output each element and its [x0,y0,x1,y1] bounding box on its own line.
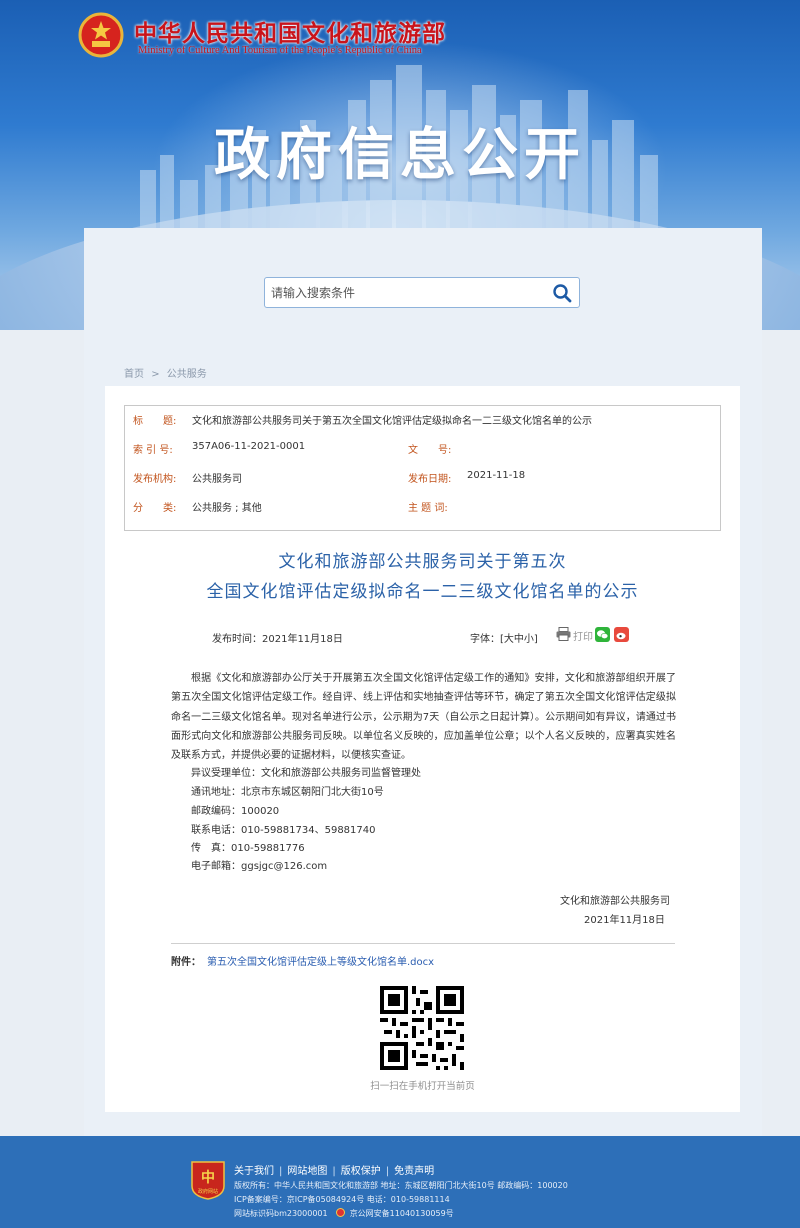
meta-title-value: 文化和旅游部公共服务司关于第五次全国文化馆评估定级拟命名一二三级文化馆名单的公示 [192,416,592,427]
font-size-switcher[interactable]: 字体：[大中小] [470,630,538,645]
badge-label: 政府网站 [198,1188,218,1195]
contact-line-fax: 传 真：010-59881776 [191,843,305,854]
signature-date: 2021年11月18日 [584,915,665,926]
footer-link-sitemap[interactable]: 网站地图 [287,1166,327,1177]
meta-row-publisher: 发布机构: 公共服务司 发布日期: 2021-11-18 [125,470,720,498]
meta-index-label: 索 引 号: [133,445,173,456]
document-metadata-table: 标 题: 文化和旅游部公共服务司关于第五次全国文化馆评估定级拟命名一二三级文化馆… [124,405,721,531]
ministry-logo-chinese[interactable]: 中华人民共和国文化和旅游部 [134,14,446,48]
breadcrumb-section-link[interactable]: 公共服务 [167,369,207,380]
footer-police-record[interactable]: 京公网安备11040130059号 [350,1209,454,1218]
footer-links: 关于我们 | 网站地图 | 版权保护 | 免责声明 [234,1166,435,1177]
signature-organization: 文化和旅游部公共服务司 [560,896,670,907]
meta-row-index: 索 引 号: 357A06-11-2021-0001 文 号: [125,441,720,469]
ministry-logo-english: Ministry of Culture And Tourism of the P… [138,45,422,56]
document-title-line-2: 全国文化馆评估定级拟命名一二三级文化馆名单的公示 [206,582,639,602]
breadcrumb-separator: > [151,369,160,380]
contact-line-phone: 联系电话：010-59881734、59881740 [191,825,376,836]
search-bar [264,277,580,308]
print-link[interactable]: 打印 [573,628,593,643]
contact-line-unit: 异议受理单位：文化和旅游部公共服务司监督管理处 [191,768,421,779]
qr-code [380,986,464,1070]
meta-docno-label: 文 号: [408,445,452,456]
meta-category-label: 分 类: [133,503,177,514]
svg-text:中: 中 [201,1169,215,1186]
national-emblem-icon[interactable] [78,12,124,58]
footer-link-about[interactable]: 关于我们 [234,1166,274,1177]
search-input[interactable] [265,278,545,307]
meta-subject-label: 主 题 词: [408,503,448,514]
footer-link-copyright[interactable]: 版权保护 [341,1166,381,1177]
meta-category-value: 公共服务 ; 其他 [192,503,262,514]
footer-link-disclaimer[interactable]: 免责声明 [394,1166,434,1177]
contact-line-address: 通讯地址：北京市东城区朝阳门北大街10号 [191,787,384,798]
banner-title: 政府信息公开 [214,122,586,188]
weibo-share-icon[interactable] [614,627,629,642]
meta-date-label: 发布日期: [408,474,452,485]
meta-index-value: 357A06-11-2021-0001 [192,441,306,452]
meta-row-title: 标 题: 文化和旅游部公共服务司关于第五次全国文化馆评估定级拟命名一二三级文化馆… [125,412,720,440]
publish-time: 发布时间：2021年11月18日 [212,634,343,645]
attachment-download-link[interactable]: 第五次全国文化馆评估定级上等级文化馆名单.docx [207,953,434,968]
search-icon [553,283,572,302]
breadcrumb: 首页 > 公共服务 [124,365,211,380]
contact-line-postcode: 邮政编码：100020 [191,806,280,817]
footer-icp: ICP备案编号：京ICP备05084924号 电话：010-59881114 [234,1195,450,1204]
meta-title-label: 标 题: [133,416,177,427]
meta-row-category: 分 类: 公共服务 ; 其他 主 题 词: [125,499,720,527]
meta-publisher-label: 发布机构: [133,474,177,485]
government-website-badge-icon[interactable]: 中 政府网站 [190,1160,226,1200]
attachment-divider [171,943,675,944]
printer-icon[interactable] [556,627,571,641]
footer-site-id-row: 网站标识码bm23000001 京公网安备11040130059号 [234,1208,454,1219]
qr-caption: 扫一扫在手机打开当前页 [370,1081,475,1092]
document-paragraph: 根据《文化和旅游部办公厅关于开展第五次全国文化馆评估定级工作的通知》安排，文化和… [171,673,676,762]
police-emblem-icon [336,1208,346,1217]
breadcrumb-home-link[interactable]: 首页 [124,369,144,380]
footer-site-id: 网站标识码bm23000001 [234,1209,328,1218]
meta-date-value: 2021-11-18 [467,470,526,481]
document-body: 根据《文化和旅游部办公厅关于开展第五次全国文化馆评估定级工作的通知》安排，文化和… [171,669,676,765]
document-title-line-1: 文化和旅游部公共服务司关于第五次 [278,552,567,572]
contact-line-email: 电子邮箱：ggsjgc@126.com [191,861,328,872]
wechat-share-icon[interactable] [595,627,610,642]
attachment-label: 附件： [171,957,201,968]
footer-copyright: 版权所有：中华人民共和国文化和旅游部 地址：东城区朝阳门北大街10号 邮政编码：… [234,1181,568,1190]
search-button[interactable] [545,278,579,307]
meta-publisher-value: 公共服务司 [192,474,242,485]
